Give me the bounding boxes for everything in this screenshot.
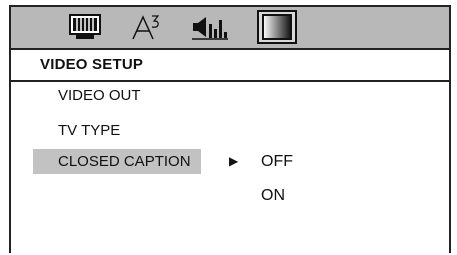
- header: VIDEO SETUP: [11, 50, 449, 82]
- tv-monitor-icon[interactable]: [67, 12, 103, 42]
- audio-speaker-icon[interactable]: [189, 12, 229, 42]
- page-title: VIDEO SETUP: [40, 56, 144, 73]
- video-setup-icon[interactable]: [257, 10, 297, 44]
- menu-item-tv-type[interactable]: TV TYPE: [58, 122, 120, 139]
- option-off[interactable]: OFF: [261, 153, 293, 171]
- menu-item-video-out[interactable]: VIDEO OUT: [58, 87, 141, 104]
- video-setup-panel: VIDEO SETUP VIDEO OUT TV TYPE CLOSED CAP…: [9, 5, 451, 253]
- toolbar: [11, 7, 449, 50]
- option-on[interactable]: ON: [261, 187, 285, 205]
- language-icon[interactable]: [129, 12, 165, 42]
- submenu-arrow-icon: ▶: [229, 154, 239, 168]
- menu-item-closed-caption[interactable]: CLOSED CAPTION: [33, 149, 201, 174]
